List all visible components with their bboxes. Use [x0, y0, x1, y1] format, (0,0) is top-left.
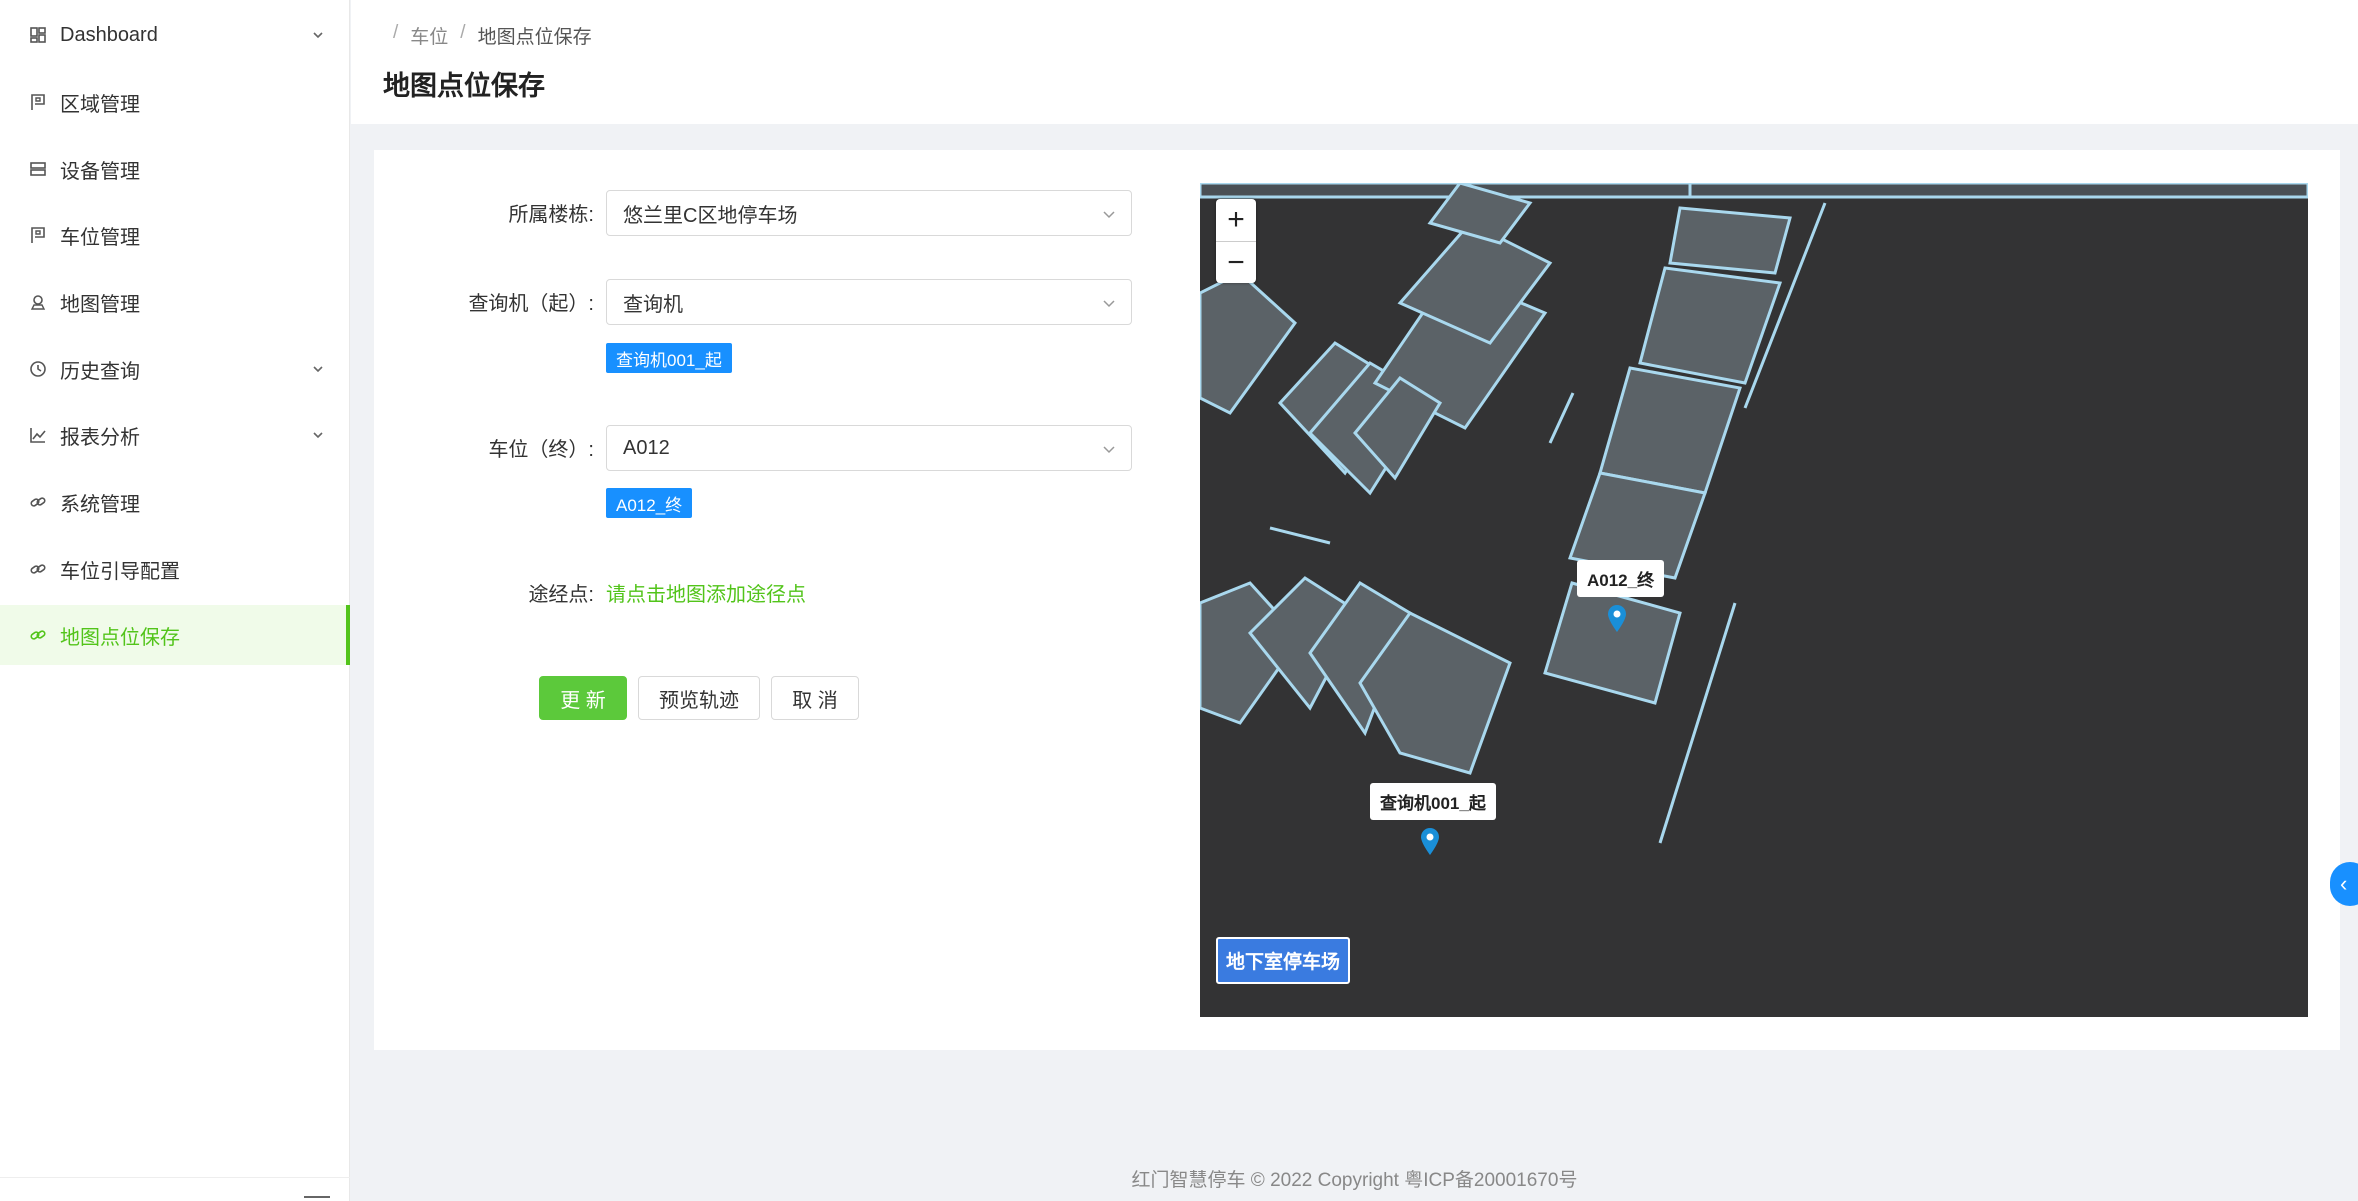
sidebar-item-guide-config[interactable]: 车位引导配置 [0, 539, 350, 599]
chevron-down-icon [310, 27, 326, 43]
start-select-value: 查询机 [623, 293, 683, 316]
main-card: 所属楼栋: 悠兰里C区地停车场 查询机（起）: 查询机 查询机001_起 车位（… [374, 150, 2340, 1050]
sidebar-item-label: 设备管理 [60, 160, 140, 183]
sidebar-item-map[interactable]: 地图管理 [0, 272, 350, 332]
sidebar-item-label: Dashboard [60, 23, 158, 46]
zoom-control: + − [1216, 199, 1256, 283]
sidebar-item-label: 车位引导配置 [60, 560, 180, 583]
collapse-panel-button[interactable]: ‹ [2330, 862, 2358, 906]
end-marker-pin-icon[interactable] [1606, 603, 1628, 638]
sidebar-item-history[interactable]: 历史查询 [0, 339, 350, 399]
floor-name-button[interactable]: 地下室停车场 [1216, 937, 1351, 984]
breadcrumb-separator: / [393, 22, 399, 43]
link-icon [28, 559, 48, 579]
end-select[interactable]: A012 [606, 425, 1132, 471]
end-select-value: A012 [623, 436, 670, 459]
end-label: 车位（终）: [488, 439, 594, 461]
sidebar-item-label: 地图点位保存 [60, 626, 180, 649]
sidebar-item-label: 系统管理 [60, 493, 140, 516]
dashboard-icon [28, 25, 48, 45]
waypoint-hint-link[interactable]: 请点击地图添加途径点 [606, 578, 806, 607]
update-button[interactable]: 更 新 [539, 676, 627, 720]
page-header: / 车位 / 地图点位保存 地图点位保存 [351, 0, 2358, 124]
link-icon [28, 625, 48, 645]
zoom-in-button[interactable]: + [1216, 199, 1256, 241]
sidebar-item-label: 地图管理 [60, 293, 140, 316]
zoom-out-button[interactable]: − [1216, 241, 1256, 283]
sidebar-item-map-point-save[interactable]: 地图点位保存 [0, 605, 350, 665]
end-tag: A012_终 [606, 488, 693, 518]
chevron-down-icon [310, 361, 326, 377]
start-tag: 查询机001_起 [606, 343, 732, 373]
line-chart-icon [28, 425, 48, 445]
sidebar-footer [0, 1177, 350, 1201]
clock-icon [28, 359, 48, 379]
map-pin-icon [28, 292, 48, 312]
waypoint-label: 途经点: [528, 584, 594, 606]
breadcrumb: / 车位 / 地图点位保存 [393, 22, 592, 49]
preview-track-button[interactable]: 预览轨迹 [638, 676, 760, 720]
building-select[interactable]: 悠兰里C区地停车场 [606, 190, 1132, 236]
end-marker-label: A012_终 [1577, 560, 1665, 597]
sidebar-item-label: 区域管理 [60, 93, 140, 116]
sidebar: Dashboard 区域管理 设备管理 车位管理 地图管理 历史查询 报表分析 … [0, 0, 350, 1201]
sidebar-item-system[interactable]: 系统管理 [0, 472, 350, 532]
link-icon [28, 492, 48, 512]
parking-sign-icon [28, 225, 48, 245]
chevron-down-icon [310, 427, 326, 443]
breadcrumb-parent[interactable]: 车位 [410, 22, 448, 49]
breadcrumb-separator: / [460, 22, 466, 43]
sidebar-item-label: 车位管理 [60, 226, 140, 249]
chevron-down-icon [1101, 440, 1117, 456]
breadcrumb-current: 地图点位保存 [477, 27, 592, 48]
chevron-down-icon [1101, 205, 1117, 221]
building-select-value: 悠兰里C区地停车场 [623, 204, 798, 227]
chevron-down-icon [1101, 294, 1117, 310]
sidebar-item-device[interactable]: 设备管理 [0, 139, 350, 199]
start-select[interactable]: 查询机 [606, 279, 1132, 325]
sidebar-item-label: 历史查询 [60, 360, 140, 383]
sidebar-item-dashboard[interactable]: Dashboard [0, 5, 350, 65]
page-title: 地图点位保存 [383, 71, 545, 101]
parking-sign-icon [28, 92, 48, 112]
floor-plan [1200, 183, 2308, 844]
start-marker-label: 查询机001_起 [1370, 783, 1496, 820]
sidebar-item-parking[interactable]: 车位管理 [0, 205, 350, 265]
sidebar-item-area[interactable]: 区域管理 [0, 72, 350, 132]
cancel-button[interactable]: 取 消 [771, 676, 859, 720]
start-marker-pin-icon[interactable] [1419, 826, 1441, 861]
sidebar-item-report[interactable]: 报表分析 [0, 405, 350, 465]
menu-collapse-icon[interactable] [302, 1191, 332, 1201]
parking-map[interactable]: + − A012_终 查询机001_起 地下室停车场 [1200, 183, 2308, 1017]
start-label: 查询机（起）: [468, 293, 594, 315]
sidebar-item-label: 报表分析 [60, 426, 140, 449]
footer-copyright: 红门智慧停车 © 2022 Copyright 粤ICP备20001670号 [1131, 1170, 1578, 1191]
building-label: 所属楼栋: [508, 204, 594, 226]
server-icon [28, 159, 48, 179]
